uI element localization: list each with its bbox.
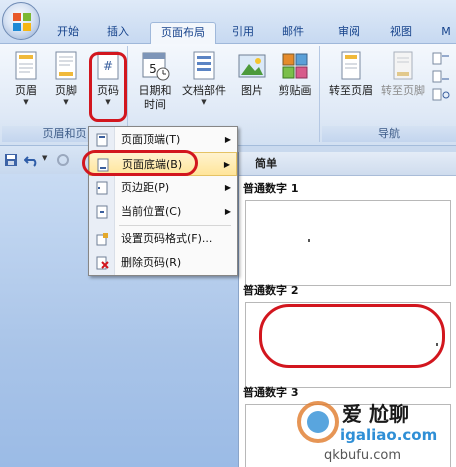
- picture-icon: [238, 54, 266, 78]
- page-top-icon: [96, 133, 108, 147]
- ribbon-tab-bar: 开始 插入 页面布局 引用 邮件 审阅 视图 M: [0, 0, 456, 44]
- chevron-down-icon: ▼: [201, 98, 207, 106]
- go-to-footer-button[interactable]: 转至页脚: [378, 50, 428, 98]
- submenu-arrow-icon: ▶: [223, 160, 230, 169]
- gallery-item-plain-number-1[interactable]: [245, 200, 451, 286]
- footer-label: 页脚: [55, 84, 77, 97]
- menu-item-label: 当前位置(C): [121, 205, 182, 218]
- svg-text:5: 5: [149, 62, 157, 76]
- next-section-icon[interactable]: [432, 70, 450, 84]
- plain-number-2-highlight: [259, 304, 445, 368]
- save-icon[interactable]: [4, 153, 18, 167]
- page-margin-icon: [96, 181, 108, 195]
- menu-item-format-page-numbers[interactable]: 设置页码格式(F)...: [89, 227, 237, 251]
- menu-item-label: 页面顶端(T): [121, 133, 181, 146]
- page-number-gallery: 简单 普通数字 1 普通数字 2 普通数字 3: [238, 152, 456, 467]
- menu-item-label: 页边距(P): [121, 181, 170, 194]
- picture-button[interactable]: 图片: [234, 50, 270, 98]
- tab-references[interactable]: 引用: [226, 22, 260, 44]
- page-number-menu: 页面顶端(T) ▶ 页面底端(B) ▶ 页边距(P) ▶ 当前位置(C) ▶ 设…: [88, 126, 238, 276]
- quick-parts-label: 文档部件: [182, 84, 226, 97]
- group-navigation: 转至页眉 转至页脚 导航: [322, 46, 456, 142]
- redo-icon[interactable]: [56, 153, 70, 167]
- menu-item-current-position[interactable]: 当前位置(C) ▶: [89, 200, 237, 224]
- tab-review[interactable]: 审阅: [332, 22, 366, 44]
- go-to-header-label: 转至页眉: [329, 84, 373, 97]
- gallery-section-title: 普通数字 2: [243, 284, 299, 297]
- office-button[interactable]: [2, 2, 40, 40]
- page-number-highlight: [89, 52, 127, 122]
- footer-button[interactable]: 页脚 ▼: [48, 50, 84, 106]
- bottom-of-page-highlight: [82, 150, 198, 176]
- menu-separator: [119, 225, 231, 226]
- menu-item-remove-page-numbers[interactable]: 删除页码(R): [89, 251, 237, 275]
- tab-mailings[interactable]: 邮件: [276, 22, 310, 44]
- undo-icon[interactable]: [24, 153, 40, 167]
- tab-view[interactable]: 视图: [384, 22, 418, 44]
- undo-dropdown-icon[interactable]: ▼: [42, 154, 47, 162]
- group-navigation-label: 导航: [322, 126, 456, 142]
- header-icon: [15, 51, 37, 80]
- picture-label: 图片: [241, 84, 263, 97]
- submenu-arrow-icon: ▶: [224, 183, 231, 192]
- go-to-footer-label: 转至页脚: [381, 84, 425, 97]
- tab-insert[interactable]: 插入: [100, 22, 136, 44]
- delete-page-number-icon: [96, 256, 109, 270]
- menu-item-label: 设置页码格式(F)...: [121, 232, 213, 245]
- quick-parts-icon: [193, 51, 215, 80]
- clip-art-icon: [282, 53, 308, 79]
- menu-item-top-of-page[interactable]: 页面顶端(T) ▶: [89, 128, 237, 152]
- quick-parts-button[interactable]: 文档部件 ▼: [178, 50, 230, 106]
- header-button[interactable]: 页眉 ▼: [8, 50, 44, 106]
- clip-art-button[interactable]: 剪贴画: [272, 50, 318, 98]
- gallery-section-title: 普通数字 1: [243, 182, 299, 195]
- menu-item-label: 删除页码(R): [121, 256, 182, 269]
- page-number-marker: [308, 239, 310, 242]
- previous-section-icon[interactable]: [432, 52, 450, 66]
- link-to-previous-icon[interactable]: [432, 88, 450, 102]
- submenu-arrow-icon: ▶: [224, 135, 231, 144]
- current-position-icon: [96, 205, 108, 219]
- word-window: 开始 插入 页面布局 引用 邮件 审阅 视图 M 页眉 ▼ 页脚 ▼ # 页码 …: [0, 0, 456, 467]
- chevron-down-icon: ▼: [23, 98, 29, 106]
- footer-icon: [55, 51, 77, 80]
- clip-art-label: 剪贴画: [278, 84, 312, 97]
- gallery-item-plain-number-3[interactable]: [245, 404, 451, 467]
- date-time-button[interactable]: 5 日期和 时间: [134, 50, 176, 112]
- submenu-arrow-icon: ▶: [224, 207, 231, 216]
- go-to-header-button[interactable]: 转至页眉: [326, 50, 376, 98]
- go-to-header-icon: [341, 51, 361, 80]
- tab-more[interactable]: M: [436, 22, 456, 44]
- format-page-number-icon: [96, 233, 108, 246]
- chevron-down-icon: ▼: [63, 98, 69, 106]
- tab-page-layout[interactable]: 页面布局: [150, 22, 216, 44]
- calendar-icon: 5: [142, 52, 170, 81]
- office-logo-icon: [13, 13, 31, 31]
- menu-item-page-margins[interactable]: 页边距(P) ▶: [89, 176, 237, 200]
- tab-home[interactable]: 开始: [50, 22, 86, 44]
- gallery-section-title: 普通数字 3: [243, 386, 299, 399]
- go-to-footer-icon: [393, 51, 413, 80]
- header-label: 页眉: [15, 84, 37, 97]
- date-time-label: 日期和 时间: [138, 84, 172, 111]
- gallery-header: 简单: [239, 152, 456, 176]
